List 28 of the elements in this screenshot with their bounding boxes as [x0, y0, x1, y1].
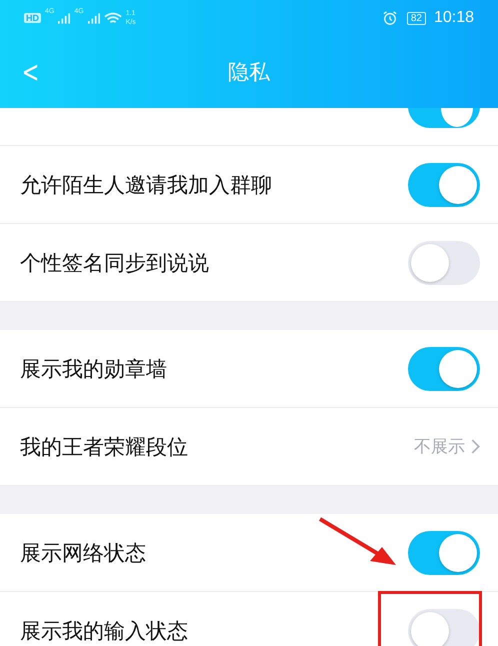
page-title: 隐私 [228, 59, 270, 86]
setting-label: 展示我的输入状态 [20, 618, 188, 644]
wifi-icon [104, 12, 122, 24]
hd-icon: HD [24, 13, 41, 23]
toggle-switch[interactable] [408, 530, 480, 574]
signal-icon [88, 12, 100, 24]
settings-row[interactable]: 展示网络状态 [0, 514, 498, 592]
toggle-switch[interactable] [408, 162, 480, 206]
setting-label: 允许陌生人邀请我加入群聊 [20, 172, 272, 198]
alarm-icon [382, 11, 397, 25]
battery-level: 82 [406, 12, 426, 24]
toggle-switch[interactable] [408, 108, 480, 128]
setting-label: 展示我的勋章墙 [20, 356, 167, 382]
settings-row[interactable]: 展示我的勋章墙 [0, 330, 498, 408]
setting-label: 展示网络状态 [20, 540, 146, 566]
settings-row[interactable]: 展示我的输入状态 [0, 592, 498, 646]
settings-row[interactable]: 我的王者荣耀段位 不展示 [0, 408, 498, 486]
toggle-switch[interactable] [408, 240, 480, 284]
settings-row[interactable]: 允许陌生人邀请我加入群聊 [0, 146, 498, 224]
setting-label: 我的王者荣耀段位 [20, 434, 188, 460]
settings-row[interactable]: 个性签名同步到说说 [0, 224, 498, 302]
toggle-switch[interactable] [408, 346, 480, 390]
setting-label: 个性签名同步到说说 [20, 250, 209, 276]
toggle-switch[interactable] [408, 608, 480, 646]
clock-time: 10:18 [434, 9, 474, 27]
signal-icon [58, 12, 70, 24]
setting-value: 不展示 [414, 436, 465, 458]
chevron-icon [471, 439, 480, 454]
